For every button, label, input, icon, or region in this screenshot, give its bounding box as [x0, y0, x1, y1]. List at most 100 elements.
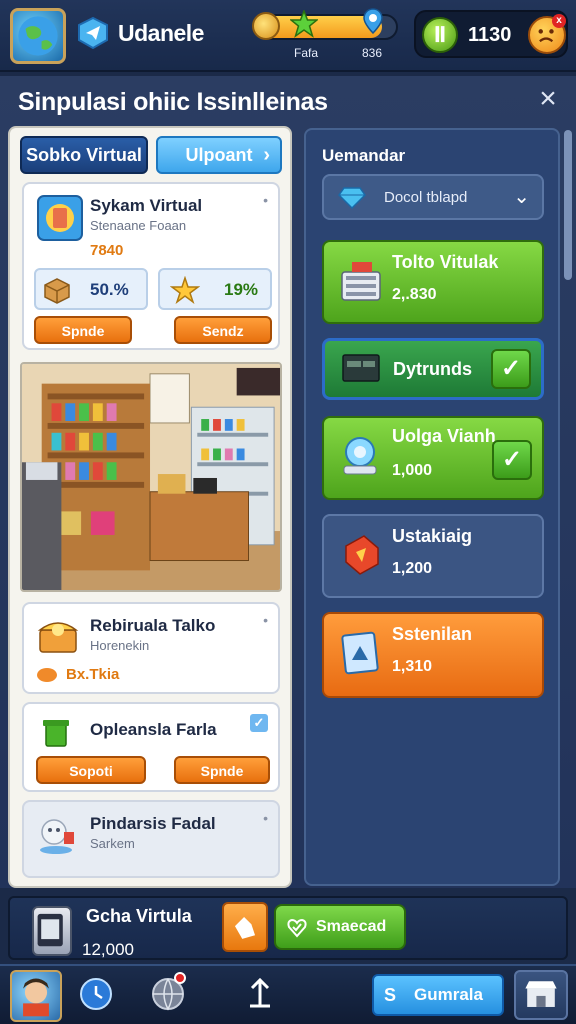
xp-label: Fafa: [294, 46, 319, 60]
crate-icon: [44, 278, 70, 304]
shop-illustration: [20, 362, 282, 592]
chevron-down-icon: ⌄: [513, 186, 530, 208]
shop-modal: Sinpulasi ohiic Issinlleinas × Sobko Vir…: [0, 76, 576, 888]
scrollbar[interactable]: [564, 130, 572, 280]
store-button[interactable]: [514, 970, 568, 1020]
character-icon: [23, 978, 49, 1017]
cash-register-icon: [341, 262, 381, 301]
product-title: Rebiruala Talko: [90, 616, 216, 635]
green-bin-icon: [43, 720, 69, 747]
item-title: Uolga Vianh: [392, 426, 496, 446]
selected-check-icon[interactable]: ✓: [492, 440, 532, 480]
item-price: 1,000: [392, 462, 433, 479]
more-options-icon[interactable]: •: [263, 810, 268, 826]
tab-upgrade[interactable]: Ulpoant ›: [156, 136, 282, 174]
xp-value: 836: [362, 46, 383, 60]
product-card[interactable]: Opleansla Farla ✓ Sopoti Spnde: [22, 702, 280, 792]
robot-vacuum-icon: [343, 437, 377, 475]
confirm-purchase-button[interactable]: Smaecad: [274, 904, 406, 950]
top-bar: Udanele Fafa 836 1130 x: [0, 0, 576, 72]
mood-face-icon[interactable]: x: [528, 14, 566, 54]
red-crate-icon: [345, 535, 379, 575]
category-dropdown[interactable]: Docol tblapd ⌄: [322, 174, 544, 220]
item-title: Ustakiaig: [392, 526, 473, 546]
purchase-item-name: Gcha Virtula: [86, 906, 192, 926]
item-price: 2,.830: [392, 286, 437, 303]
item-title: Dytrunds: [393, 359, 473, 379]
stat-box: 19%: [158, 268, 272, 310]
close-button[interactable]: ×: [534, 84, 562, 114]
more-options-icon[interactable]: •: [263, 192, 268, 208]
star-icon: [290, 10, 318, 38]
app-name: Udanele: [118, 20, 204, 46]
stat-value: 50.%: [90, 280, 129, 299]
share-arrow-icon[interactable]: [242, 976, 278, 1012]
robot-icon: [40, 819, 74, 854]
right-panel-heading: Uemandar: [322, 146, 406, 165]
item-price: 1,310: [392, 658, 433, 675]
spend-button[interactable]: Spnde: [174, 756, 270, 784]
notification-dot: [174, 972, 186, 984]
support-button[interactable]: Sopoti: [36, 756, 146, 784]
product-card[interactable]: Rebiruala Talko Horenekin Bx.Tkia •: [22, 602, 280, 694]
gem-counter[interactable]: 1130 x: [414, 10, 568, 58]
shop-item[interactable]: Ustakiaig 1,200: [322, 514, 544, 598]
item-title: Sstenilan: [392, 624, 473, 644]
product-title: Sykam Virtual: [90, 196, 203, 215]
gem-count: 1130: [468, 24, 512, 46]
chevron-right-icon: ›: [263, 144, 270, 166]
product-price: 7840: [90, 242, 124, 259]
shop-item[interactable]: Uolga Vianh 1,000 ✓: [322, 416, 544, 500]
product-tag: Bx.Tkia: [66, 666, 120, 683]
purchase-strip: Gcha Virtula 12,000 Smaecad: [8, 896, 568, 960]
diamond-icon: [338, 187, 366, 210]
dropdown-value: Docol tblapd: [384, 189, 468, 206]
modal-title: Sinpulasi ohiic Issinlleinas: [18, 88, 328, 116]
product-card[interactable]: Pindarsis Fadal Sarkem •: [22, 800, 280, 878]
bread-icon: [37, 668, 57, 682]
tab-label: Ulpoant: [185, 145, 253, 165]
checkbox[interactable]: ✓: [250, 714, 268, 732]
heart-check-icon: [287, 918, 307, 938]
primary-action-icon: S: [384, 985, 397, 1005]
product-subtitle: Sarkem: [90, 836, 135, 851]
gift-button[interactable]: [222, 902, 268, 952]
tab-virtual-shop[interactable]: Sobko Virtual: [20, 136, 148, 174]
storefront-icon: [525, 981, 557, 1007]
primary-action-button[interactable]: S Gumrala: [372, 974, 504, 1016]
gift-hand-icon: [234, 916, 256, 939]
spend-button[interactable]: Spnde: [34, 316, 132, 344]
product-thumbnail-icon: [37, 195, 83, 241]
product-card[interactable]: Sykam Virtual Stenaane Foaan 7840 • 50.%…: [22, 182, 280, 350]
right-panel: Uemandar Docol tblapd ⌄ Tolto Vitulak 2,…: [304, 128, 572, 886]
send-button[interactable]: Sendz: [174, 316, 272, 344]
product-title: Opleansla Farla: [90, 720, 217, 739]
shop-item[interactable]: Dytrunds ✓: [322, 338, 544, 400]
item-title: Tolto Vitulak: [392, 252, 499, 272]
selected-check-icon[interactable]: ✓: [491, 349, 531, 389]
product-subtitle: Stenaane Foaan: [90, 218, 187, 233]
gem-icon: [422, 17, 458, 53]
app-logo-icon: [78, 16, 108, 50]
profile-avatar[interactable]: [10, 8, 66, 64]
coin-icon: [252, 12, 280, 40]
location-pin-icon: [363, 8, 383, 34]
clock-icon[interactable]: [78, 976, 114, 1012]
document-icon: [341, 631, 379, 675]
player-avatar[interactable]: [10, 970, 62, 1022]
stat-box: 50.%: [34, 268, 148, 310]
tab-label: Sobko Virtual: [26, 145, 142, 165]
shop-item[interactable]: Sstenilan 1,310: [322, 612, 544, 698]
product-subtitle: Horenekin: [90, 638, 150, 653]
left-panel: Sobko Virtual Ulpoant › Sykam Virtual St…: [8, 126, 292, 888]
purchase-item-price: 12,000: [82, 940, 134, 959]
primary-action-label: Gumrala: [414, 985, 483, 1004]
more-options-icon[interactable]: •: [263, 612, 268, 628]
item-price: 1,200: [392, 560, 433, 577]
bottom-nav: S Gumrala: [0, 964, 576, 1024]
shop-item[interactable]: Tolto Vitulak 2,.830: [322, 240, 544, 324]
gold-star-icon: [170, 276, 200, 304]
xp-meter: Fafa 836: [252, 8, 400, 64]
phone-device-icon: [32, 906, 72, 956]
product-title: Pindarsis Fadal: [90, 814, 216, 833]
